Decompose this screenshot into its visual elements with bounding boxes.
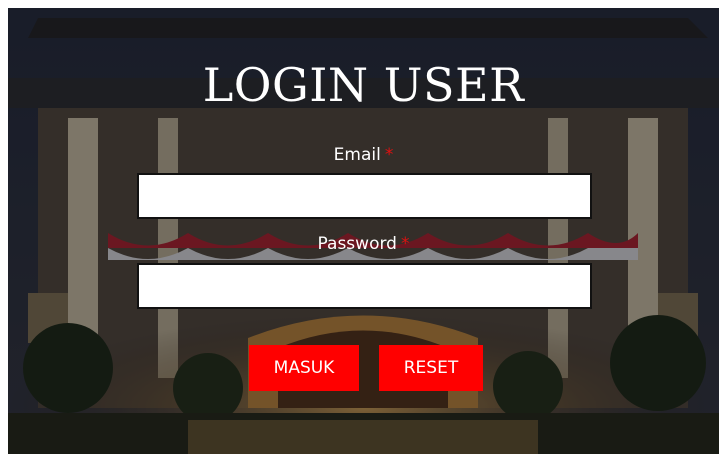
submit-button[interactable]: MASUK [249,345,359,391]
page-title: LOGIN USER [202,58,525,112]
email-required-mark: * [384,145,394,165]
password-label: Password * [8,234,719,254]
email-field[interactable] [137,173,592,219]
password-required-mark: * [400,234,410,254]
password-label-text: Password [317,234,397,254]
email-label: Email * [8,145,719,165]
login-page: LOGIN USER Email * Password * MASUK RESET [8,8,719,454]
password-field[interactable] [137,263,592,309]
email-label-text: Email [333,145,381,165]
reset-button[interactable]: RESET [379,345,483,391]
